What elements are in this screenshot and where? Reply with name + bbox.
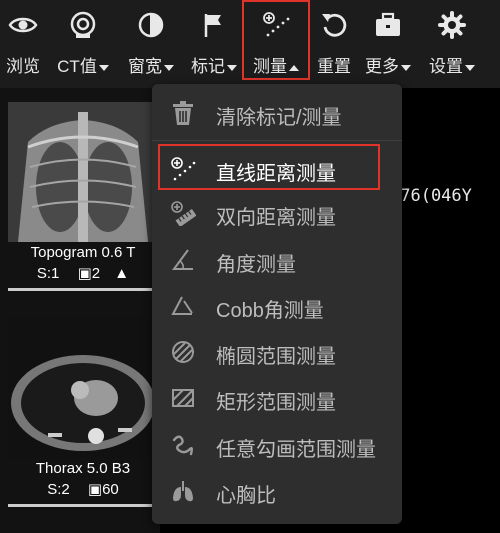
toolbar-ct-value-button[interactable]: CT值 [50, 0, 116, 80]
chevron-down-icon [465, 64, 475, 71]
cobb-angle-icon [171, 296, 193, 315]
toolbar-mark-button[interactable]: 标记 [184, 0, 244, 80]
menu-item-angle-measure[interactable]: 角度测量 [152, 237, 402, 283]
menu-item-cardiothoracic-ratio[interactable]: 心胸比 [152, 468, 402, 514]
menu-item-freehand-measure[interactable]: 任意勾画范围测量 [152, 422, 402, 468]
toolbar-mark-label: 标记 [184, 52, 244, 77]
image-count-icon: ▣ [87, 481, 103, 498]
toolbar-more-label: 更多 [358, 52, 418, 77]
lungs-icon [173, 481, 193, 502]
freehand-roi-icon [172, 435, 193, 456]
viewer-overlay-text: 976(046Y [390, 186, 472, 206]
ct-value-icon [70, 11, 96, 38]
menu-item-label: 角度测量 [216, 254, 296, 276]
toolbar-window-label: 窗宽 [120, 52, 182, 77]
menu-divider [152, 140, 402, 141]
briefcase-icon [376, 12, 400, 36]
menu-item-clear-measurements[interactable]: 清除标记/测量 [152, 90, 402, 136]
bidirectional-ruler-icon [171, 201, 196, 226]
ellipse-roi-icon [172, 341, 194, 363]
menu-item-label: 矩形范围测量 [216, 392, 336, 414]
chevron-down-icon [164, 64, 174, 71]
thorax-image [8, 318, 158, 458]
toolbar-browse-button[interactable]: 浏览 [0, 0, 46, 80]
series-load-bar [8, 504, 156, 507]
measure-icon [263, 12, 290, 37]
series-load-bar [8, 288, 156, 291]
menu-item-label: Cobb角测量 [216, 300, 324, 322]
menu-item-label: 心胸比 [216, 485, 276, 507]
window-contrast-icon [138, 12, 164, 38]
series-panel: Topogram 0.6 T S:1 ▣2 ▲ Thorax 5.0 B3 S:… [0, 88, 160, 533]
image-count-icon: ▣ [77, 265, 92, 282]
toolbar-settings-label: 设置 [422, 52, 482, 77]
toolbar-measure-label: 测量 [244, 52, 308, 77]
toolbar-measure-button[interactable]: 测量 [242, 0, 310, 80]
menu-item-label: 椭圆范围测量 [216, 346, 336, 368]
menu-item-label: 双向距离测量 [216, 207, 336, 229]
warning-icon: ▲ [114, 265, 130, 282]
series-name: Thorax 5.0 B3 [35, 460, 131, 477]
toolbar-reset-button[interactable]: 重置 [312, 0, 356, 80]
menu-item-label: 任意勾画范围测量 [216, 439, 376, 461]
series-thumbnail[interactable]: Thorax 5.0 B3 S:2 ▣60 [8, 318, 158, 508]
menu-item-cobb-angle-measure[interactable]: Cobb角测量 [152, 283, 402, 329]
angle-icon [172, 249, 193, 270]
chevron-down-icon [401, 64, 411, 71]
series-name: Topogram 0.6 T [30, 244, 136, 261]
trash-icon [173, 101, 193, 125]
main-toolbar: 浏览 CT值 窗宽 标记 测量 重置 更多 设置 [0, 0, 500, 88]
series-info: S:1 ▣2 ▲ [36, 265, 130, 282]
gear-icon [438, 11, 466, 39]
toolbar-settings-button[interactable]: 设置 [422, 0, 482, 80]
toolbar-reset-label: 重置 [317, 57, 351, 76]
menu-item-bidirectional-measure[interactable]: 双向距离测量 [152, 190, 402, 236]
series-thumbnail[interactable]: Topogram 0.6 T S:1 ▣2 ▲ [8, 102, 158, 292]
chevron-down-icon [227, 64, 237, 71]
reset-icon [322, 13, 347, 37]
flag-icon [204, 14, 221, 37]
topogram-image [8, 102, 158, 242]
menu-item-rectangle-measure[interactable]: 矩形范围测量 [152, 375, 402, 421]
eye-icon [8, 17, 38, 33]
menu-item-line-measure[interactable]: 直线距离测量 [158, 144, 380, 190]
toolbar-window-button[interactable]: 窗宽 [120, 0, 182, 80]
series-info: S:2 ▣60 [47, 481, 119, 498]
chevron-down-icon [98, 64, 109, 71]
chevron-up-icon [289, 64, 299, 71]
menu-item-label: 直线距离测量 [216, 163, 336, 185]
toolbar-more-button[interactable]: 更多 [358, 0, 418, 80]
measure-dropdown-menu: 清除标记/测量 直线距离测量 双向距离测量 角度测量 Cobb角测量 椭圆范围测… [152, 84, 402, 524]
toolbar-browse-label: 浏览 [6, 57, 40, 76]
rectangle-roi-icon [172, 389, 194, 407]
menu-item-ellipse-measure[interactable]: 椭圆范围测量 [152, 329, 402, 375]
line-measure-icon [171, 157, 196, 181]
menu-item-label: 清除标记/测量 [216, 107, 342, 129]
toolbar-ct-value-label: CT值 [50, 52, 116, 77]
